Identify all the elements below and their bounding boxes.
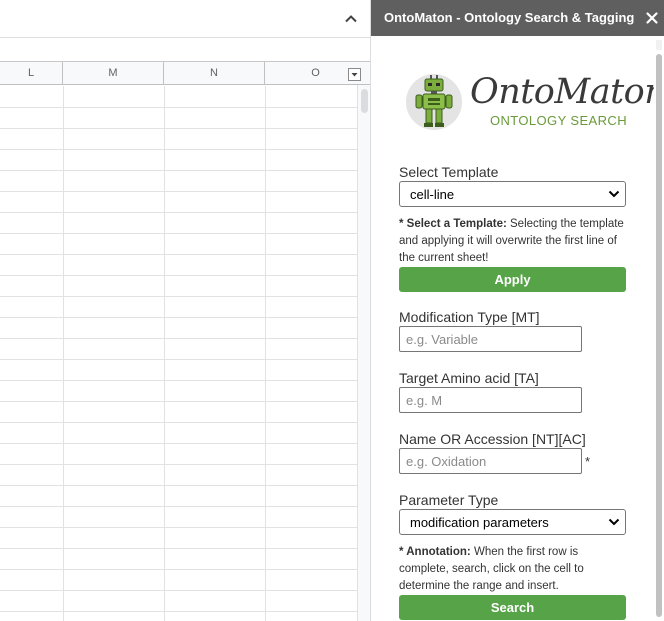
grid-row-line (0, 485, 357, 486)
grid-row-line (0, 275, 357, 276)
template-select[interactable]: cell-line (399, 181, 626, 207)
grid-column-line (265, 86, 266, 621)
grid-row-line (0, 527, 357, 528)
column-header-l[interactable]: L (0, 62, 63, 85)
grid-row-line (0, 464, 357, 465)
spreadsheet-area: L M N O (0, 0, 370, 621)
grid-row-line (0, 128, 357, 129)
sidebar-title: OntoMaton - Ontology Search & Tagging (384, 10, 635, 25)
apply-button[interactable]: Apply (399, 267, 626, 292)
grid-row-line (0, 401, 357, 402)
grid-row-line (0, 569, 357, 570)
grid-row-line (0, 611, 357, 612)
app-window: L M N O OntoMaton - Ontology Search & Ta… (0, 0, 664, 621)
chevron-down-icon (608, 189, 620, 199)
sheet-vertical-scrollbar[interactable] (357, 85, 370, 621)
close-icon (644, 10, 660, 26)
grid-row-line (0, 422, 357, 423)
cell-grid[interactable] (0, 86, 357, 621)
name-accession-input[interactable] (399, 448, 582, 474)
template-note: * Select a Template: Selecting the templ… (399, 216, 629, 267)
grid-row-line (0, 317, 357, 318)
chevron-up-icon (341, 9, 361, 29)
grid-row-line (0, 107, 357, 108)
sheet-toolbar (0, 0, 370, 38)
column-header-row: L M N O (0, 62, 370, 85)
search-button[interactable]: Search (399, 595, 626, 620)
grid-row-line (0, 212, 357, 213)
grid-row-line (0, 338, 357, 339)
grid-row-line (0, 590, 357, 591)
parameter-type-select-value: modification parameters (410, 515, 549, 530)
annotation-note: * Annotation: When the first row is comp… (399, 544, 629, 595)
required-mark: * (585, 454, 591, 469)
column-header-n[interactable]: N (164, 62, 265, 85)
parameter-type-select[interactable]: modification parameters (399, 509, 626, 535)
close-sidebar-button[interactable] (644, 10, 660, 26)
collapse-toolbar-button[interactable] (341, 9, 361, 29)
grid-row-line (0, 443, 357, 444)
sidebar-scroll-thumb[interactable] (656, 54, 662, 617)
formula-bar[interactable] (0, 38, 370, 62)
ontomaton-sidebar: OntoMaton - Ontology Search & Tagging On… (370, 0, 664, 621)
grid-row-line (0, 359, 357, 360)
grid-row-line (0, 254, 357, 255)
column-menu-button[interactable] (348, 68, 361, 81)
grid-row-line (0, 170, 357, 171)
ontomaton-logo: OntoMaton ONTOLOGY SEARCH (406, 72, 664, 132)
name-accession-label: Name OR Accession [NT][AC] (399, 431, 586, 447)
template-note-heading: * Select a Template: (399, 218, 507, 230)
sidebar-scroll-track (656, 40, 662, 50)
chevron-down-icon (608, 517, 620, 527)
select-template-label: Select Template (399, 164, 499, 180)
logo-title: OntoMaton (470, 72, 664, 112)
logo-subtitle: ONTOLOGY SEARCH (490, 113, 627, 128)
grid-row-line (0, 191, 357, 192)
modification-type-input[interactable] (399, 326, 582, 352)
sheet-scroll-thumb[interactable] (361, 89, 368, 113)
robot-icon (414, 74, 454, 128)
grid-row-line (0, 380, 357, 381)
modification-type-label: Modification Type [MT] (399, 309, 540, 325)
target-amino-acid-label: Target Amino acid [TA] (399, 370, 539, 386)
annotation-note-heading: * Annotation: (399, 546, 471, 558)
target-amino-acid-input[interactable] (399, 387, 582, 413)
grid-row-line (0, 548, 357, 549)
parameter-type-label: Parameter Type (399, 492, 499, 508)
grid-row-line (0, 296, 357, 297)
grid-column-line (164, 86, 165, 621)
grid-row-line (0, 149, 357, 150)
grid-column-line (63, 86, 64, 621)
sidebar-header: OntoMaton - Ontology Search & Tagging (371, 0, 664, 36)
column-header-m[interactable]: M (63, 62, 164, 85)
template-select-value: cell-line (410, 187, 455, 202)
sidebar-scrollbar[interactable] (654, 36, 664, 621)
grid-row-line (0, 233, 357, 234)
dropdown-arrow-icon (349, 69, 360, 80)
grid-row-line (0, 506, 357, 507)
